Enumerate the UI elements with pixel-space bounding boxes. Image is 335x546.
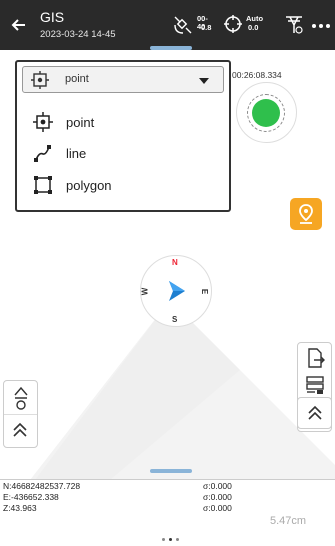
elapsed-timer: 00:26:08.334 — [232, 70, 282, 80]
point-icon — [33, 112, 53, 132]
geometry-type-select[interactable]: point — [22, 66, 224, 93]
divider — [4, 414, 37, 415]
left-toolbar — [3, 380, 38, 448]
option-polygon[interactable]: polygon — [23, 172, 223, 200]
compass-north: N — [172, 258, 178, 267]
page-dot — [162, 538, 165, 541]
antenna-icon — [286, 16, 303, 34]
compass[interactable]: N S E W — [140, 255, 212, 327]
option-line[interactable]: line — [23, 140, 223, 168]
right-expand-button[interactable] — [297, 397, 332, 429]
crosshair-icon — [224, 15, 242, 33]
position-mode-value: 0.0 — [248, 23, 259, 32]
sigma-n: σ:0.000 — [203, 481, 232, 491]
compass-west: W — [140, 287, 150, 296]
option-label: point — [66, 115, 95, 130]
option-label: polygon — [66, 178, 112, 193]
export-button[interactable] — [304, 347, 326, 369]
status-dial[interactable] — [236, 82, 297, 143]
double-chevron-up-icon — [308, 405, 322, 420]
datetime: 2023-03-24 14-45 — [40, 29, 116, 40]
map-scale: 5.47cm — [270, 515, 307, 527]
location-pin-button[interactable] — [290, 198, 322, 230]
compass-south: S — [172, 315, 178, 324]
top-bar: GIS 2023-03-24 14-45 00-40 0.8 Auto 0.0 — [0, 0, 335, 50]
more-button[interactable] — [311, 18, 331, 36]
bottom-drawer-handle[interactable] — [150, 469, 192, 473]
app-title: GIS — [40, 9, 65, 25]
page-indicator — [160, 528, 181, 546]
sigma-e: σ:0.000 — [203, 492, 232, 502]
selected-geometry-type: point — [65, 73, 89, 85]
antenna-button[interactable] — [283, 13, 305, 40]
dial-ring — [247, 94, 285, 132]
antenna-height-button[interactable] — [10, 385, 32, 411]
location-pin-icon — [299, 204, 313, 224]
back-button[interactable] — [4, 10, 34, 40]
point-icon — [31, 71, 49, 89]
page-dot-active — [169, 538, 172, 541]
fix-status-indicator — [252, 99, 280, 127]
chevron-down-icon — [199, 78, 209, 84]
layers-list-button[interactable] — [304, 374, 326, 396]
arrow-left-icon — [11, 19, 25, 31]
elevation: Z:43.963 — [3, 503, 37, 513]
double-chevron-up-icon — [13, 422, 27, 437]
satellite-pdop: 0.8 — [201, 23, 212, 32]
northing: N:46682482537.728 — [3, 481, 81, 491]
navigation-arrow-icon — [169, 281, 185, 301]
compass-east: E — [200, 288, 210, 295]
more-icon — [312, 24, 330, 28]
page-dot — [176, 538, 179, 541]
option-point[interactable]: point — [23, 109, 223, 137]
sigma-z: σ:0.000 — [203, 503, 232, 513]
position-mode: Auto — [246, 14, 264, 23]
antenna-height-icon — [14, 386, 28, 410]
geometry-type-dropdown: point point line polygon — [15, 60, 231, 212]
option-label: line — [66, 146, 87, 161]
left-expand-button[interactable] — [10, 418, 32, 442]
satellite-icon — [174, 16, 192, 34]
line-icon — [34, 145, 51, 162]
export-file-icon — [308, 348, 325, 368]
top-drawer-handle[interactable] — [150, 46, 192, 50]
polygon-icon — [34, 176, 52, 194]
layers-list-icon — [306, 376, 324, 394]
easting: E:-436652.338 — [3, 492, 59, 502]
